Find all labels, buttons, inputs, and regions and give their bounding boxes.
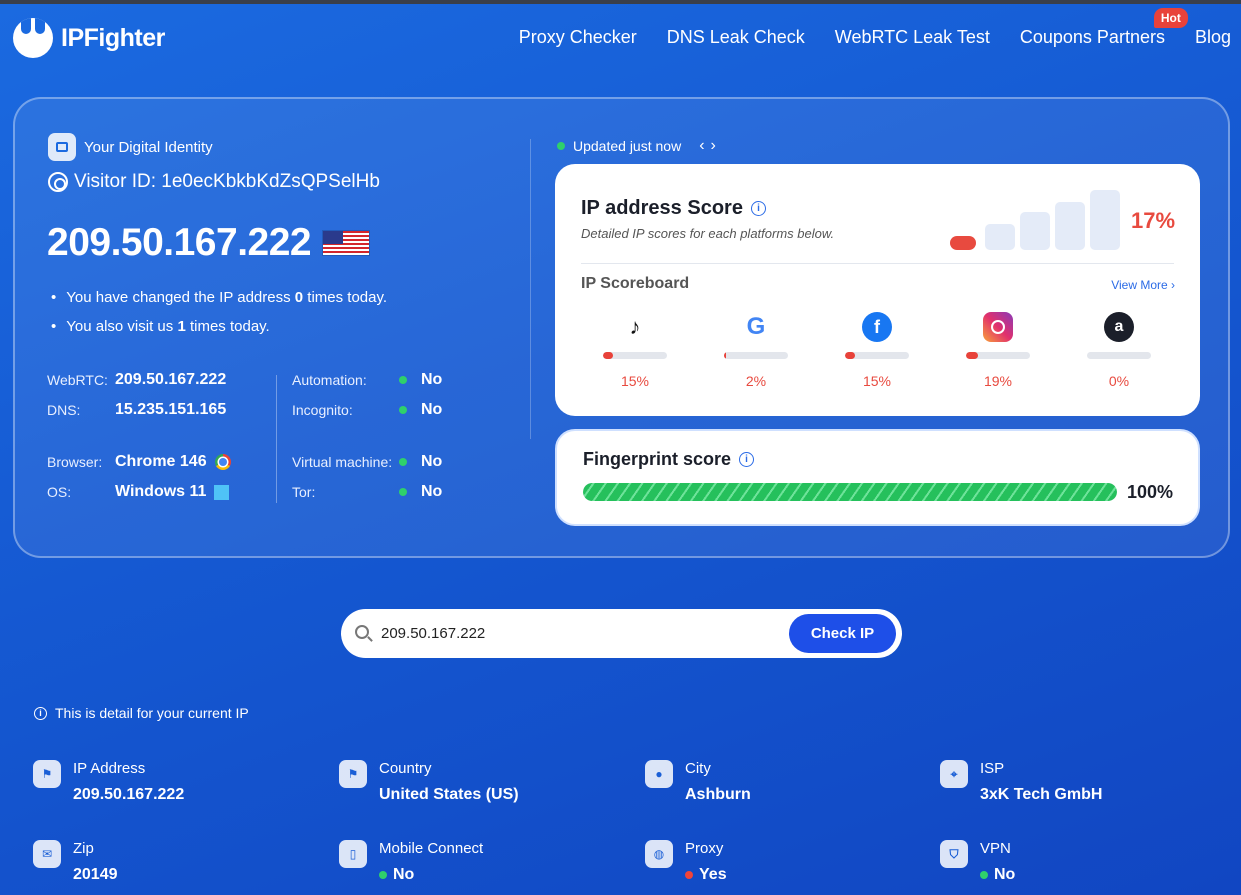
score-bar-2 [985,224,1015,250]
brand-name: IPFighter [61,23,165,52]
current-ip: 209.50.167.222 [47,221,370,265]
tor-row: Tor: No [292,483,443,500]
platform-instagram: 19% [958,312,1038,389]
info-icon[interactable]: i [750,201,766,216]
instagram-icon [983,312,1013,342]
browser-row: Browser: Chrome 146 [47,453,231,471]
google-icon: G [746,313,766,340]
browser-value: Chrome 146 [115,453,207,470]
digital-identity-label: Your Digital Identity [84,138,213,156]
window-top-bar [0,0,1241,4]
facebook-icon: f [862,312,892,342]
location-pin-icon: ● [645,760,673,788]
brand-logo[interactable]: IPFighter [13,18,165,58]
webrtc-row: WebRTC: 209.50.167.222 [47,371,227,388]
ip-score-percent: 17% [1131,208,1176,233]
digital-identity-card: Your Digital Identity Visitor ID: 1e0ecK… [13,97,1230,558]
score-bar-4 [1055,202,1085,250]
shield-icon: ⛉ [940,840,968,868]
visitor-id-text: Visitor ID: 1e0ecKbkbKdZsQPSelHb [74,171,380,192]
ip-score-bars [950,188,1120,250]
search-icon [355,625,369,639]
detail-isp: ⌖ ISP 3xK Tech GmbH [940,760,1102,804]
detail-zip: ✉ Zip 20149 [33,840,118,884]
platform-google: G 2% [716,312,796,389]
fingerprint-title: Fingerprint score i [583,449,755,470]
nav-proxy-checker[interactable]: Proxy Checker [519,27,637,48]
virtual-machine-row: Virtual machine: No [292,453,443,470]
digital-identity-heading: Your Digital Identity [48,133,213,161]
logo-mark-icon [13,18,53,58]
nav-webrtc-leak-test[interactable]: WebRTC Leak Test [835,27,990,48]
detail-note: i This is detail for your current IP [34,705,249,721]
detail-city: ● City Ashburn [645,760,751,804]
ip-score-title: IP address Score i [581,197,766,220]
ip-change-stat: You have changed the IP address 0 times … [51,283,387,312]
platform-scores: ♪ 15% G 2% f 15% 19% a 0% [595,312,1175,392]
fingerprint-percent: 100% [1127,482,1174,502]
id-card-icon [48,133,76,161]
scoreboard-title: IP Scoreboard [581,275,690,292]
score-bar-3 [1020,212,1050,250]
hot-badge: Hot [1153,8,1188,28]
current-ip-text: 209.50.167.222 [47,221,312,264]
tiktok-icon: ♪ [629,314,641,339]
detail-proxy: ◍ Proxy Yes [645,840,727,884]
score-bar-5 [1090,190,1120,250]
amazon-icon: a [1104,312,1134,342]
detail-ip-address: ⚑ IP Address 209.50.167.222 [33,760,184,804]
incognito-row: Incognito: No [292,401,443,418]
updated-text: Updated just now [573,138,682,154]
us-flag-icon [323,231,370,255]
platform-tiktok: ♪ 15% [595,312,675,389]
check-ip-button[interactable]: Check IP [789,614,896,653]
platform-facebook: f 15% [837,312,917,389]
info-icon: i [34,706,47,720]
connection-info: WebRTC: 209.50.167.222 DNS: 15.235.151.1… [47,371,442,511]
fingerprint-icon [48,172,68,192]
os-value: Windows 11 [115,483,207,500]
windows-icon [214,484,230,500]
nav-dns-leak-check[interactable]: DNS Leak Check [667,27,805,48]
dns-row: DNS: 15.235.151.165 [47,401,227,418]
flag-icon: ⚑ [33,760,61,788]
ip-search-input[interactable] [381,621,781,645]
chrome-icon [214,454,231,470]
info-icon[interactable]: i [739,452,755,467]
visit-count-stat: You also visit us 1 times today. [51,312,387,341]
ip-score-card: IP address Score i Detailed IP scores fo… [555,164,1200,416]
mailbox-icon: ✉ [33,840,61,868]
nav-coupons-label: Coupons Partners [1019,27,1165,47]
satellite-icon: ⌖ [940,760,968,788]
score-divider [581,263,1174,264]
info-divider [276,375,277,503]
detail-vpn: ⛉ VPN No [940,840,1015,884]
ip-score-subtitle: Detailed IP scores for each platforms be… [581,226,835,241]
ip-details-grid: ⚑ IP Address 209.50.167.222 ⚑ Country Unit… [33,760,1233,895]
nav-blog[interactable]: Blog [1195,27,1231,48]
platform-amazon: a 0% [1079,312,1159,389]
nav-coupons-partners[interactable]: Coupons Partners Hot [1019,8,1188,48]
visitor-id: Visitor ID: 1e0ecKbkbKdZsQPSelHb [48,171,380,193]
score-bar-1 [950,236,976,250]
detail-country: ⚑ Country United States (US) [339,760,519,804]
top-nav: Proxy Checker DNS Leak Check WebRTC Leak… [519,8,1231,48]
updated-status: Updated just now ‹› [557,137,722,155]
column-divider [530,139,531,439]
ip-search-bar: Check IP [341,609,902,658]
globe-icon: ◍ [645,840,673,868]
automation-row: Automation: No [292,371,443,388]
view-more-link[interactable]: View More › [1111,278,1175,292]
fingerprint-score-card: Fingerprint score i 100% [555,429,1200,526]
flag-icon: ⚑ [339,760,367,788]
carousel-arrows-icon[interactable]: ‹› [699,137,722,155]
detail-mobile-connect: ▯ Mobile Connect No [339,840,483,884]
fingerprint-progress [583,483,1117,501]
mobile-icon: ▯ [339,840,367,868]
visit-stats: You have changed the IP address 0 times … [51,283,387,341]
os-row: OS: Windows 11 [47,483,230,501]
